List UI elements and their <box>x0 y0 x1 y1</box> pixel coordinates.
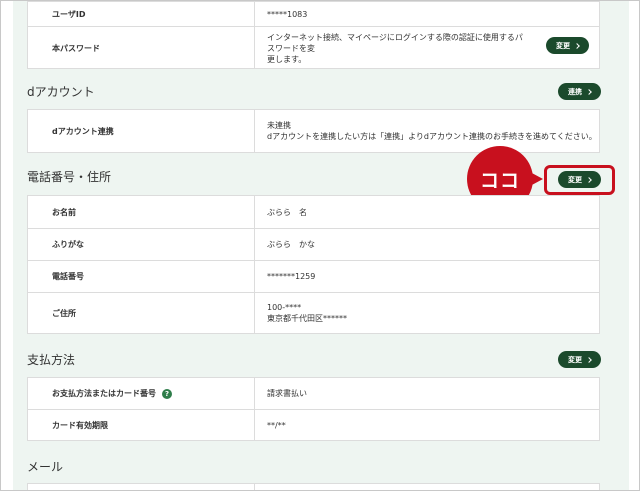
user-id-text: *****1083 <box>267 9 308 19</box>
table-row-name: お名前 ぶらら 名 <box>28 196 599 228</box>
password-description-line2: 更します。 <box>267 54 307 64</box>
phone-value: *******1259 <box>267 272 316 281</box>
address-value-cell: 100-**** 東京都千代田区****** <box>254 293 599 333</box>
phone-address-section-title: 電話番号・住所 <box>27 170 112 184</box>
address-label: ご住所 <box>52 308 76 318</box>
d-account-status: 未連携 <box>267 121 291 130</box>
password-label: 本パスワード <box>52 43 100 53</box>
user-id-value: *****1083 <box>254 2 599 26</box>
mail-label-cell <box>28 484 254 490</box>
mail-section-title: メール <box>27 460 64 474</box>
d-account-table: dアカウント連携 未連携 dアカウントを連携したい方は「連携」よりdアカウント連… <box>27 109 600 153</box>
d-account-link-label-cell: dアカウント連携 <box>52 126 114 136</box>
furigana-label: ふりがな <box>52 240 84 249</box>
furigana-value-cell: ぶらら かな <box>254 229 599 260</box>
help-icon[interactable]: ? <box>162 388 172 399</box>
payment-method-label: お支払方法またはカード番号 <box>52 389 156 398</box>
furigana-value: ぶらら かな <box>267 240 315 249</box>
password-change-button[interactable]: 変更 <box>546 37 589 54</box>
card-expiry-value: **/** <box>267 420 286 430</box>
d-account-link-label: 連携 <box>568 87 582 96</box>
password-description-line1: インターネット接続、マイページにログインする際の認証に使用するパスワードを変 <box>267 32 523 53</box>
card-expiry-value-cell: **/** <box>254 410 599 440</box>
mail-table <box>27 483 600 490</box>
name-value-cell: ぶらら 名 <box>254 196 599 228</box>
payment-section-title: 支払方法 <box>27 353 76 367</box>
payment-method-value: 請求書払い <box>267 389 307 398</box>
postal-code: 100-**** <box>267 303 302 312</box>
phone-label: 電話番号 <box>52 272 84 281</box>
chevron-right-icon <box>586 356 592 363</box>
screenshot-frame: ユーザID *****1083 本パスワード インターネット接続、マイページにロ… <box>0 0 640 491</box>
table-row-user-id: ユーザID *****1083 <box>28 2 599 26</box>
change-button-highlight <box>544 165 615 195</box>
mail-value-cell <box>254 484 599 490</box>
payment-method-value-cell: 請求書払い <box>254 378 599 409</box>
table-row-payment-method: お支払方法またはカード番号 ? 請求書払い <box>28 378 599 409</box>
login-info-table: ユーザID *****1083 本パスワード インターネット接続、マイページにロ… <box>27 1 600 69</box>
d-account-section-title: dアカウント <box>27 85 95 99</box>
callout-text: ココ <box>479 169 520 192</box>
d-account-link-button[interactable]: 連携 <box>558 83 601 100</box>
d-account-link-value: 未連携 dアカウントを連携したい方は「連携」よりdアカウント連携のお手続きを進め… <box>254 110 599 152</box>
table-row-d-account: dアカウント連携 未連携 dアカウントを連携したい方は「連携」よりdアカウント連… <box>28 110 599 152</box>
address-line: 東京都千代田区****** <box>267 314 347 323</box>
chevron-right-icon <box>586 88 592 95</box>
payment-method-label-cell: お支払方法またはカード番号 ? <box>28 378 254 409</box>
payment-change-label: 変更 <box>568 355 582 364</box>
payment-change-button[interactable]: 変更 <box>558 351 601 368</box>
payment-table: お支払方法またはカード番号 ? 請求書払い カード有効期限 **/** <box>27 377 600 441</box>
user-id-label: ユーザID <box>52 9 86 19</box>
password-change-label: 変更 <box>556 41 570 50</box>
table-row-card-expiry: カード有効期限 **/** <box>28 409 599 440</box>
name-label: お名前 <box>52 207 76 217</box>
table-row-password: 本パスワード インターネット接続、マイページにログインする際の認証に使用するパス… <box>28 26 599 69</box>
card-expiry-label: カード有効期限 <box>52 420 108 430</box>
phone-address-table: お名前 ぶらら 名 ふりがな ぶらら かな 電話番号 *******1259 ご… <box>27 195 600 334</box>
table-row-phone: 電話番号 *******1259 <box>28 260 599 292</box>
table-row-furigana: ふりがな ぶらら かな <box>28 228 599 260</box>
table-row-address: ご住所 100-**** 東京都千代田区****** <box>28 292 599 333</box>
phone-value-cell: *******1259 <box>254 261 599 292</box>
d-account-note: dアカウントを連携したい方は「連携」よりdアカウント連携のお手続きを進めてくださ… <box>267 132 597 141</box>
name-value: ぶらら 名 <box>267 207 307 217</box>
chevron-right-icon <box>574 42 580 49</box>
table-row-mail <box>28 484 599 490</box>
